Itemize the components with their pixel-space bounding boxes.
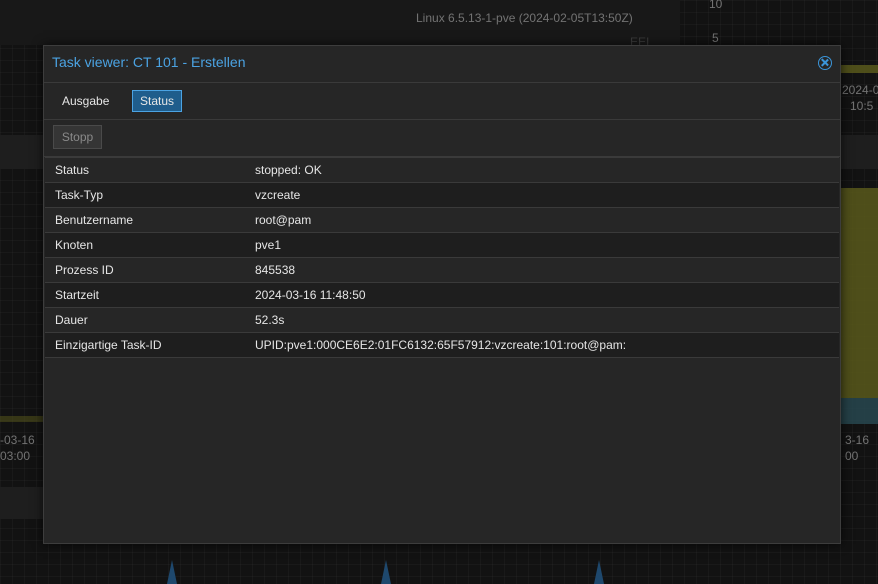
grid-key: Knoten — [55, 238, 94, 252]
window-header: Task viewer: CT 101 - Erstellen — [44, 46, 840, 83]
grid-value: pve1 — [255, 238, 282, 252]
grid-value: 2024-03-16 11:48:50 — [255, 288, 366, 302]
grid-key: Task-Typ — [55, 188, 104, 202]
grid-row: Benutzername root@pam — [45, 208, 839, 233]
grid-row: Startzeit 2024-03-16 11:48:50 — [45, 283, 839, 308]
grid-value: vzcreate — [255, 188, 301, 202]
stop-button[interactable]: Stopp — [53, 125, 102, 149]
grid-row: Status stopped: OK — [45, 158, 839, 183]
grid-value: 52.3s — [255, 313, 285, 327]
tab-ausgabe[interactable]: Ausgabe — [55, 90, 116, 112]
status-grid: Status stopped: OK Task-Typ vzcreate Ben… — [45, 157, 839, 358]
grid-key: Benutzername — [55, 213, 134, 227]
grid-row: Prozess ID 845538 — [45, 258, 839, 283]
close-icon[interactable] — [818, 56, 832, 70]
grid-value: UPID:pve1:000CE6E2:01FC6132:65F57912:vzc… — [255, 338, 627, 352]
grid-value: stopped: OK — [255, 163, 322, 177]
grid-key: Prozess ID — [55, 263, 114, 277]
grid-row: Dauer 52.3s — [45, 308, 839, 333]
grid-key: Einzigartige Task-ID — [55, 338, 162, 352]
grid-value: root@pam — [255, 213, 312, 227]
tab-status[interactable]: Status — [132, 90, 183, 112]
grid-key: Startzeit — [55, 288, 100, 302]
toolbar: Stopp — [44, 120, 840, 157]
grid-row: Knoten pve1 — [45, 233, 839, 258]
grid-value: 845538 — [255, 263, 296, 277]
grid-key: Status — [55, 163, 90, 177]
grid-row: Task-Typ vzcreate — [45, 183, 839, 208]
tab-bar: Ausgabe Status — [44, 83, 840, 120]
grid-key: Dauer — [55, 313, 88, 327]
grid-row: Einzigartige Task-ID UPID:pve1:000CE6E2:… — [45, 333, 839, 358]
window-title: Task viewer: CT 101 - Erstellen — [52, 54, 246, 70]
task-viewer-window: Task viewer: CT 101 - Erstellen Ausgabe … — [43, 45, 841, 544]
